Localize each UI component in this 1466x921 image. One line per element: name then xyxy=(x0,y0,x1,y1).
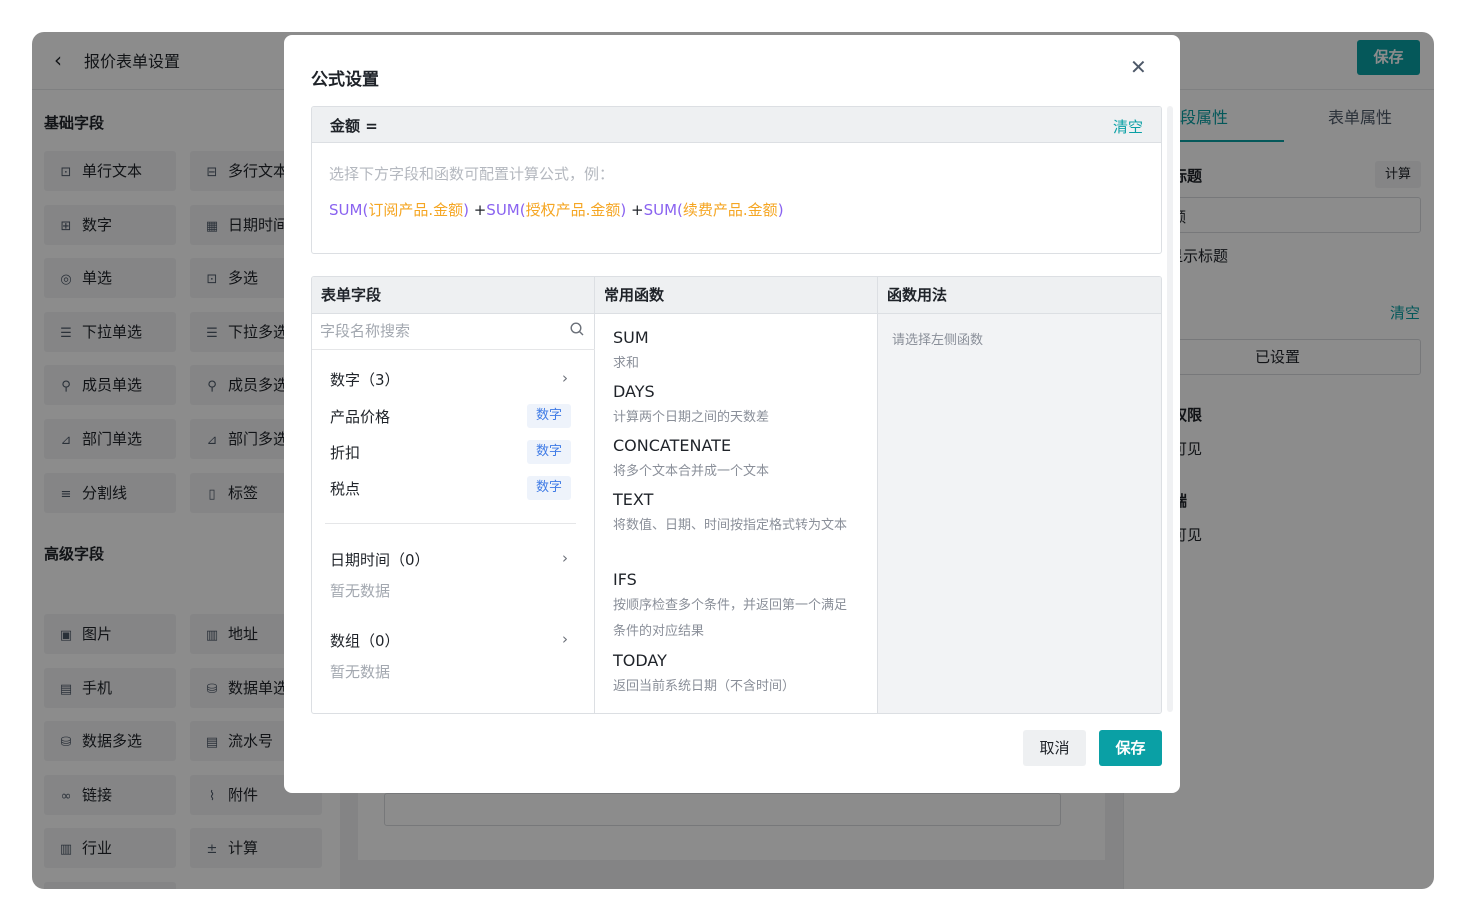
formula-field-token: 订阅产品.金额 xyxy=(368,201,464,219)
field-type-tag: 数字 xyxy=(527,440,571,464)
field-item[interactable]: 产品价格 xyxy=(330,406,390,427)
function-item[interactable]: TODAY xyxy=(613,651,667,670)
functions-header: 常用函数 xyxy=(595,277,877,314)
function-description: 按顺序检查多个条件，并返回第一个满足条件的对应结果 xyxy=(613,598,848,639)
function-description: 计算两个日期之间的天数差 xyxy=(613,410,770,425)
formula-label: 金额 = xyxy=(330,117,378,135)
chevron-right-icon[interactable]: › xyxy=(562,630,568,648)
function-item[interactable]: DAYS xyxy=(613,382,655,401)
formula-hint: 选择下方字段和函数可配置计算公式，例： xyxy=(329,165,615,183)
usage-header: 函数用法 xyxy=(878,277,1161,314)
chevron-right-icon[interactable]: › xyxy=(562,549,568,567)
close-icon[interactable]: ✕ xyxy=(1130,57,1147,77)
formula-editor[interactable]: 金额 = 清空 选择下方字段和函数可配置计算公式，例： SUM(订阅产品.金额)… xyxy=(311,106,1162,254)
formula-example: SUM(订阅产品.金额) +SUM(授权产品.金额) +SUM(续费产品.金额) xyxy=(329,199,784,220)
field-search xyxy=(312,314,595,350)
field-group-datetime[interactable]: 日期时间（0） xyxy=(330,549,430,570)
formula-header: 金额 = 清空 xyxy=(312,107,1161,143)
field-item[interactable]: 折扣 xyxy=(330,442,360,463)
function-item[interactable]: CONCATENATE xyxy=(613,436,731,455)
group-divider xyxy=(325,523,576,524)
functions-column: 常用函数 SUM 求和 DAYS 计算两个日期之间的天数差 CONCATENATE 将多个… xyxy=(595,277,878,713)
cancel-button[interactable]: 取消 xyxy=(1023,730,1086,766)
formula-field-token: 授权产品.金额 xyxy=(525,201,621,219)
empty-state-text: 暂无数据 xyxy=(330,582,391,600)
field-group-array[interactable]: 数组（0） xyxy=(330,630,400,651)
form-fields-column: 表单字段 数字（3）›产品价格数字折扣数字税点数字日期时间（0）›暂无数据数组（… xyxy=(312,277,595,713)
function-description: 将数值、日期、时间按指定格式转为文本 xyxy=(613,518,848,533)
formula-function-token: ) xyxy=(777,201,784,219)
formula-function-token: SUM xyxy=(486,201,520,219)
dialog-scrollbar[interactable] xyxy=(1167,106,1173,712)
field-search-input[interactable] xyxy=(312,314,562,348)
formula-function-token: SUM xyxy=(329,201,363,219)
chevron-right-icon[interactable]: › xyxy=(562,369,568,387)
formula-dialog: 公式设置 ✕ 金额 = 清空 选择下方字段和函数可配置计算公式，例： SUM(订… xyxy=(284,35,1180,793)
field-item[interactable]: 税点 xyxy=(330,478,360,499)
function-item[interactable]: TEXT xyxy=(613,490,653,509)
empty-state-text: 暂无数据 xyxy=(330,663,391,681)
usage-column: 函数用法 请选择左侧函数 xyxy=(878,277,1161,713)
formula-field-token: 续费产品.金额 xyxy=(682,201,778,219)
formula-operator-token: + xyxy=(626,201,644,219)
function-item[interactable]: IFS xyxy=(613,570,637,589)
field-group-number[interactable]: 数字（3） xyxy=(330,369,400,390)
search-icon[interactable] xyxy=(570,322,584,336)
function-description: 返回当前系统日期（不含时间） xyxy=(613,679,796,694)
formula-clear-button[interactable]: 清空 xyxy=(1113,116,1143,137)
dialog-title: 公式设置 xyxy=(311,70,379,90)
field-type-tag: 数字 xyxy=(527,476,571,500)
function-description: 将多个文本合并成一个文本 xyxy=(613,464,770,479)
formula-operator-token: + xyxy=(468,201,487,219)
dialog-save-button[interactable]: 保存 xyxy=(1099,730,1162,766)
usage-hint: 请选择左侧函数 xyxy=(892,333,984,348)
function-item[interactable]: SUM xyxy=(613,328,649,347)
formula-function-token: SUM xyxy=(643,201,678,219)
field-type-tag: 数字 xyxy=(527,404,571,428)
function-picker: 表单字段 数字（3）›产品价格数字折扣数字税点数字日期时间（0）›暂无数据数组（… xyxy=(311,276,1162,714)
form-fields-header: 表单字段 xyxy=(312,277,594,314)
function-description: 求和 xyxy=(613,356,640,371)
